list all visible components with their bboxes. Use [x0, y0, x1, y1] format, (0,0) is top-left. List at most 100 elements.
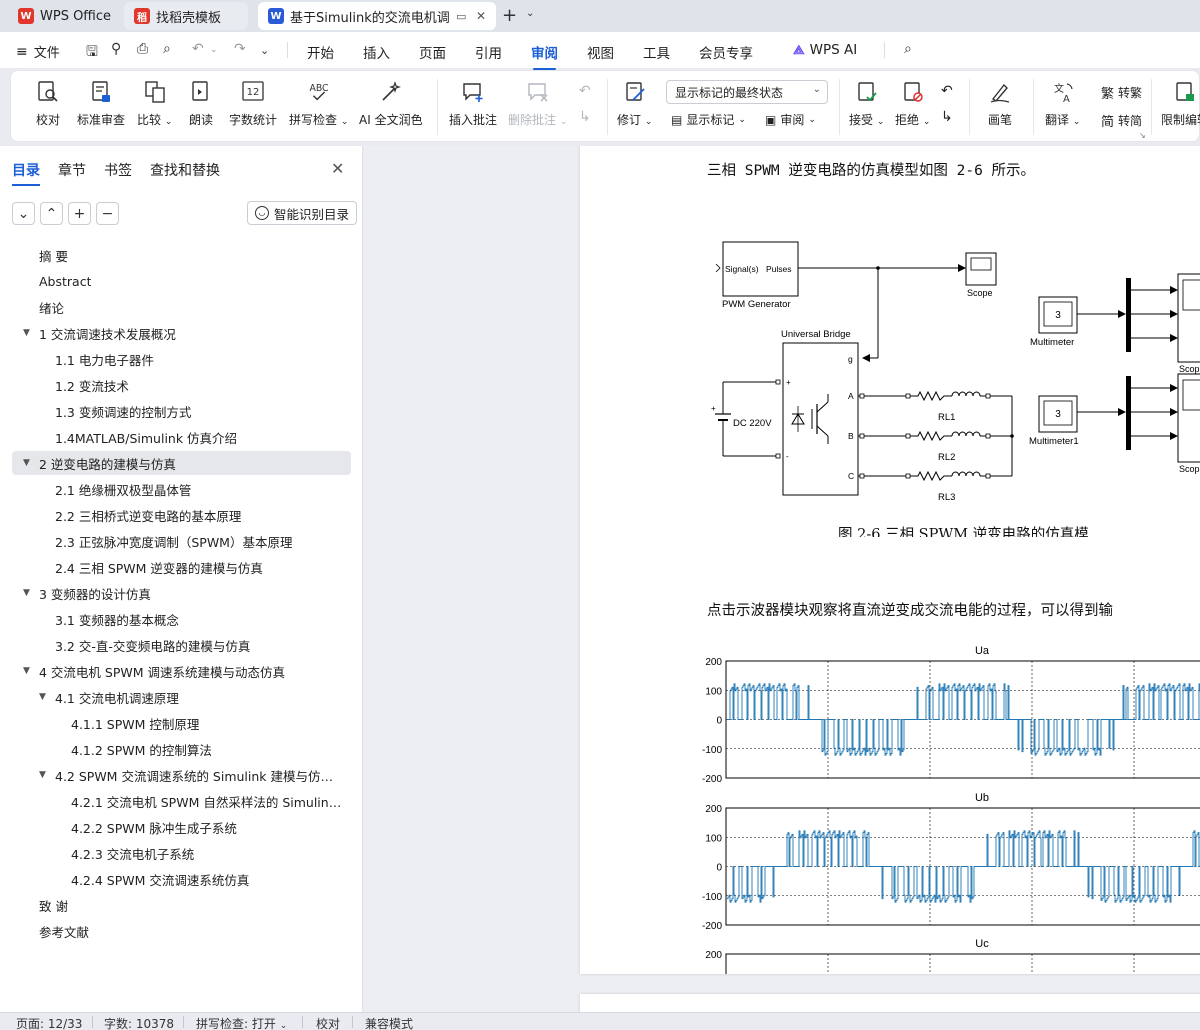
tick-label: 200 [705, 657, 722, 668]
menu-page[interactable]: 页面 [419, 42, 446, 62]
toc-item[interactable]: 4.2.3 交流电机子系统 [0, 841, 351, 865]
toc-item[interactable]: ▼ 4.1 交流电机调速原理 [0, 685, 351, 709]
to-simplified-button[interactable]: 简 转简 [1101, 111, 1142, 130]
next-change-icon[interactable]: ↳ [941, 109, 953, 125]
accept-button[interactable]: 接受 ⌄ [849, 79, 884, 128]
menu-reference[interactable]: 引用 [475, 42, 502, 62]
tab-toc[interactable]: 目录 [12, 160, 40, 186]
toc-item[interactable]: 4.2.4 SPWM 交流调速系统仿真 [0, 867, 351, 891]
toc-item[interactable]: 摘 要 [0, 243, 351, 267]
menu-review[interactable]: 审阅 [531, 42, 558, 70]
toc-item[interactable]: ▼ 4 交流电机 SPWM 调速系统建模与动态仿真 [0, 659, 351, 683]
toc-item[interactable]: ▼ 1 交流调速技术发展概况 [0, 321, 351, 345]
translate-button[interactable]: 文A 翻译 ⌄ [1045, 79, 1080, 128]
standard-review-button[interactable]: 标准审查 [77, 79, 125, 128]
ai-polish-button[interactable]: AI 全文润色 [359, 79, 423, 128]
restrict-edit-button[interactable]: 限制编辑 [1161, 79, 1200, 128]
chevron-down-icon[interactable]: ⌄ [526, 8, 534, 19]
collapse-icon[interactable]: ⌄ [12, 202, 35, 225]
toc-item[interactable]: ▼ 2 逆变电路的建模与仿真 [12, 451, 351, 475]
save-icon[interactable]: 🖫 [86, 41, 98, 65]
track-changes-button[interactable]: 修订 ⌄ [617, 79, 652, 128]
insert-comment-button[interactable]: 插入批注 [449, 79, 497, 128]
toc-item[interactable]: 4.1.2 SPWM 的控制算法 [0, 737, 351, 761]
print-preview-icon[interactable]: ⌕ [163, 41, 171, 57]
tab-document[interactable]: W 基于Simulink的交流电机调速 ▭ ✕ [258, 2, 496, 30]
expand-up-icon[interactable]: ⌃ [40, 202, 63, 225]
expand-caret-icon[interactable]: ▼ [39, 770, 46, 780]
tab-sections[interactable]: 章节 [58, 160, 86, 180]
close-icon[interactable]: ✕ [331, 159, 344, 178]
toc-item[interactable]: 4.2.2 SPWM 脉冲生成子系统 [0, 815, 351, 839]
markup-view-select[interactable]: 显示标记的最终状态 ⌄ [666, 80, 828, 104]
word-count-indicator[interactable]: 字数: 10378 [104, 1015, 174, 1030]
toc-item[interactable]: 1.4MATLAB/Simulink 仿真介绍 [0, 425, 351, 449]
menu-start[interactable]: 开始 [307, 42, 334, 62]
next-comment-icon[interactable]: ↳ [579, 109, 591, 125]
toc-item[interactable]: 2.2 三相桥式逆变电路的基本原理 [0, 503, 351, 527]
menu-insert[interactable]: 插入 [363, 42, 390, 62]
tab-template[interactable]: 稻 找稻壳模板 [124, 2, 248, 30]
search-icon[interactable]: ⌕ [904, 41, 912, 57]
new-tab-icon[interactable]: + [502, 5, 517, 26]
toc-item[interactable]: 1.3 变频调速的控制方式 [0, 399, 351, 423]
toc-item[interactable]: 2.4 三相 SPWM 逆变器的建模与仿真 [0, 555, 351, 579]
undo-dropdown-icon[interactable]: ⌄ [210, 45, 218, 55]
spellcheck-indicator[interactable]: 拼写检查: 打开 ⌄ [196, 1015, 287, 1030]
file-menu[interactable]: ≡ 文件 [16, 42, 60, 62]
toc-item[interactable]: 绪论 [0, 295, 351, 319]
expand-caret-icon[interactable]: ▼ [23, 666, 30, 676]
toc-item[interactable]: 2.3 正弦脉冲宽度调制（SPWM）基本原理 [0, 529, 351, 553]
toc-item[interactable]: ▼ 4.2 SPWM 交流调速系统的 Simulink 建模与仿真分 ... [0, 763, 351, 787]
review-pane-button[interactable]: ▣ 审阅 ⌄ [765, 111, 816, 128]
toc-item[interactable]: 4.1.1 SPWM 控制原理 [0, 711, 351, 735]
pen-button[interactable]: 画笔 [987, 79, 1013, 128]
toc-item[interactable]: 3.1 变频器的基本概念 [0, 607, 351, 631]
toc-item[interactable]: 1.1 电力电子器件 [0, 347, 351, 371]
share-icon[interactable]: ⚲ [111, 41, 121, 57]
close-icon[interactable]: ✕ [470, 9, 486, 23]
tab-find-replace[interactable]: 查找和替换 [150, 160, 220, 180]
undo-icon[interactable]: ↶ [192, 41, 204, 57]
spellcheck-button[interactable]: ABC 拼写检查 ⌄ [289, 79, 348, 128]
toc-item[interactable]: ▼ 3 变频器的设计仿真 [0, 581, 351, 605]
toc-item[interactable]: 1.2 变流技术 [0, 373, 351, 397]
monitor-icon[interactable]: ▭ [456, 10, 466, 23]
toc-item[interactable]: 2.1 绝缘栅双极型晶体管 [0, 477, 351, 501]
toc-item[interactable]: 3.2 交-直-交变频电路的建模与仿真 [0, 633, 351, 657]
expand-caret-icon[interactable]: ▼ [23, 458, 30, 468]
proofread-button[interactable]: 校对 [35, 79, 61, 128]
read-aloud-button[interactable]: 朗读 [188, 79, 214, 128]
menu-member[interactable]: 会员专享 [699, 42, 753, 62]
delete-comment-button[interactable]: 删除批注 ⌄ [508, 79, 567, 128]
smart-toc-button[interactable]: ◡ 智能识别目录 [247, 201, 358, 225]
toc-item[interactable]: 参考文献 [0, 919, 351, 943]
toc-item[interactable]: 4.2.1 交流电机 SPWM 自然采样法的 Simulink ... [0, 789, 351, 813]
print-icon[interactable]: ⎙ [137, 41, 148, 57]
show-markup-button[interactable]: ▤ 显示标记 ⌄ [671, 111, 746, 128]
remove-icon[interactable]: − [96, 202, 119, 225]
insert-comment-icon [460, 79, 486, 105]
prev-change-icon[interactable]: ↶ [941, 83, 953, 99]
expand-caret-icon[interactable]: ▼ [23, 328, 30, 338]
expand-icon[interactable]: ↘ [1139, 131, 1146, 140]
to-traditional-button[interactable]: 繁 转繁 [1101, 83, 1142, 102]
proofread-indicator[interactable]: 校对 [316, 1015, 340, 1030]
prev-comment-icon[interactable]: ↶ [579, 83, 591, 99]
word-count-button[interactable]: 12 字数统计 [229, 79, 277, 128]
more-icon[interactable]: ⌄ [260, 44, 269, 57]
menu-wps-ai[interactable]: ⟁ WPS AI [793, 42, 857, 58]
redo-icon[interactable]: ↷ [234, 41, 246, 57]
add-icon[interactable]: + [68, 202, 91, 225]
tab-wps-office[interactable]: W WPS Office [8, 2, 120, 30]
reject-button[interactable]: 拒绝 ⌄ [895, 79, 930, 128]
toc-item[interactable]: 致 谢 [0, 893, 351, 917]
menu-tools[interactable]: 工具 [643, 42, 670, 62]
expand-caret-icon[interactable]: ▼ [39, 692, 46, 702]
toc-item[interactable]: Abstract [0, 269, 351, 293]
page-indicator[interactable]: 页面: 12/33 [16, 1015, 82, 1030]
tab-bookmarks[interactable]: 书签 [104, 160, 132, 180]
menu-view[interactable]: 视图 [587, 42, 614, 62]
compare-button[interactable]: 比较 ⌄ [137, 79, 172, 128]
expand-caret-icon[interactable]: ▼ [23, 588, 30, 598]
